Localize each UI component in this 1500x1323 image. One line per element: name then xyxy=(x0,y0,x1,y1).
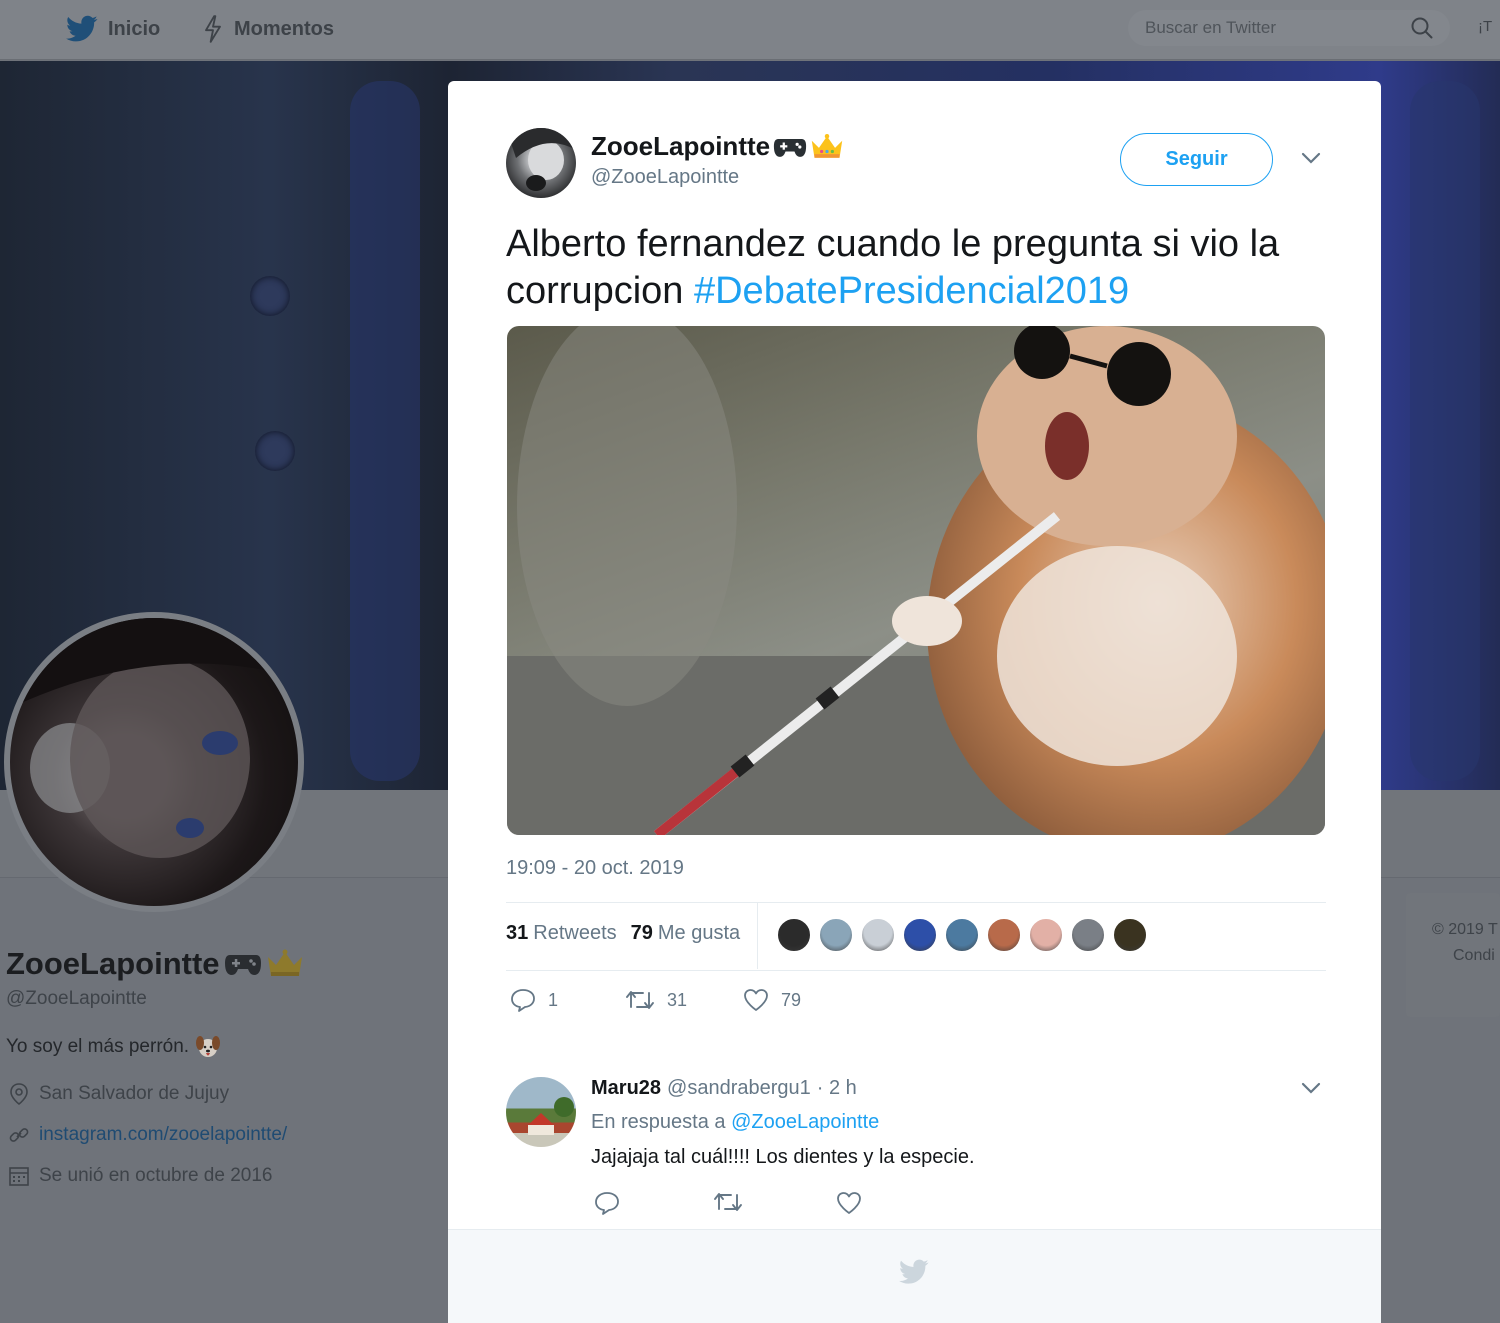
right-footer-card: © 2019 T Condi xyxy=(1406,893,1500,1017)
profile-website-text: instagram.com/zooelapointte/ xyxy=(39,1124,288,1145)
reply-actions xyxy=(594,1191,862,1215)
profile-joined: Se unió en octubre de 2016 xyxy=(8,1165,272,1187)
nav-moments-label: Momentos xyxy=(234,17,334,40)
likers-avatar-list xyxy=(776,917,1148,953)
tweet-hashtag-link[interactable]: #DebatePresidencial2019 xyxy=(694,270,1129,312)
profile-handle[interactable]: @ZooeLapointte xyxy=(6,988,147,1010)
reply-icon xyxy=(511,989,535,1012)
search-input[interactable] xyxy=(1128,18,1398,38)
nav-home-label: Inicio xyxy=(108,17,161,40)
twitter-bird-icon xyxy=(899,1259,929,1284)
in-reply-prefix: En respuesta a xyxy=(591,1111,726,1133)
link-icon xyxy=(9,1128,29,1142)
lightning-icon xyxy=(205,15,221,43)
profile-bio: Yo soy el más perrón. xyxy=(6,1034,221,1060)
tweet-text: Alberto fernandez cuando le pregunta si … xyxy=(506,221,1336,315)
like-count: 79 xyxy=(781,989,802,1010)
retweet-count: 31 xyxy=(667,989,688,1010)
profile-website[interactable]: instagram.com/zooelapointte/ xyxy=(8,1124,287,1146)
profile-name[interactable]: ZooeLapointte xyxy=(6,946,304,982)
reply-count: 1 xyxy=(548,989,559,1010)
stats-bottom-divider xyxy=(506,970,1326,971)
liker-avatar[interactable] xyxy=(1070,917,1106,953)
tweet-actions: 1 31 79 xyxy=(510,988,801,1012)
stats-top-divider xyxy=(506,902,1326,903)
reply-header: Maru28 @sandrabergu1 · 2 h xyxy=(591,1077,857,1100)
like-action[interactable]: 79 xyxy=(743,988,801,1012)
liker-avatar[interactable] xyxy=(860,917,896,953)
reply-action[interactable]: 1 xyxy=(510,988,625,1012)
retweets-label: Retweets xyxy=(533,922,617,944)
in-reply-handle-link[interactable]: @ZooeLapointte xyxy=(731,1111,879,1133)
tweet-modal: ZooeLapointte @ZooeLapointte Seguir Albe… xyxy=(448,81,1381,1323)
likes-count: 79 xyxy=(630,922,653,944)
reply-author-name[interactable]: Maru28 xyxy=(591,1077,661,1100)
modal-footer xyxy=(448,1229,1381,1323)
profile-location-text: San Salvador de Jujuy xyxy=(39,1083,230,1104)
location-pin-icon xyxy=(10,1083,28,1105)
chevron-down-icon[interactable] xyxy=(1300,151,1322,165)
retweet-icon xyxy=(626,991,654,1009)
liker-avatar[interactable] xyxy=(1028,917,1064,953)
follow-button[interactable]: Seguir xyxy=(1120,133,1273,186)
likes-stat[interactable]: 79 Me gusta xyxy=(631,922,741,945)
search-box xyxy=(1128,10,1450,46)
liker-avatar[interactable] xyxy=(1112,917,1148,953)
liker-avatar[interactable] xyxy=(776,917,812,953)
reply-time[interactable]: · 2 h xyxy=(817,1077,857,1100)
reply-text: Jajajaja tal cuál!!!! Los dientes y la e… xyxy=(591,1146,975,1168)
nav-truncated-item[interactable]: ¡T xyxy=(1478,18,1492,35)
copyright-text: © 2019 T xyxy=(1432,921,1498,938)
liker-avatar[interactable] xyxy=(902,917,938,953)
conditions-link[interactable]: Condi xyxy=(1453,947,1495,965)
retweets-stat[interactable]: 31 Retweets xyxy=(506,922,617,945)
profile-location: San Salvador de Jujuy xyxy=(8,1083,229,1105)
gamepad-emoji-icon xyxy=(773,138,807,157)
gamepad-emoji-icon xyxy=(224,955,261,975)
tweet-author-handle[interactable]: @ZooeLapointte xyxy=(591,166,739,189)
tweet-author-avatar[interactable] xyxy=(506,128,576,198)
nav-moments[interactable]: Momentos xyxy=(202,14,334,44)
retweets-count: 31 xyxy=(506,922,529,944)
profile-name-text: ZooeLapointte xyxy=(6,946,220,981)
tweet-stats: 31 Retweets 79 Me gusta xyxy=(506,922,740,945)
retweet-icon[interactable] xyxy=(713,1191,743,1213)
crown-emoji-icon xyxy=(267,949,302,976)
liker-avatar[interactable] xyxy=(944,917,980,953)
reply-tweet[interactable]: Maru28 @sandrabergu1 · 2 h En respuesta … xyxy=(506,1077,1326,1227)
tweet-media-image[interactable] xyxy=(507,326,1325,835)
profile-joined-text: Se unió en octubre de 2016 xyxy=(39,1165,273,1186)
profile-bio-text: Yo soy el más perrón. xyxy=(6,1036,190,1057)
calendar-icon xyxy=(9,1167,29,1186)
reply-author-avatar[interactable] xyxy=(506,1077,576,1147)
stats-separator xyxy=(757,903,758,969)
tweet-author-name-text: ZooeLapointte xyxy=(591,131,771,161)
twitter-bird-icon xyxy=(66,15,98,42)
retweet-action[interactable]: 31 xyxy=(625,989,743,1011)
likes-label: Me gusta xyxy=(657,922,741,944)
dog-emoji-icon xyxy=(196,1036,221,1057)
search-icon[interactable] xyxy=(1410,16,1434,40)
liker-avatar[interactable] xyxy=(818,917,854,953)
heart-icon xyxy=(744,989,768,1011)
in-reply-to: En respuesta a @ZooeLapointte xyxy=(591,1111,879,1134)
crown-emoji-icon xyxy=(811,133,843,158)
profile-avatar[interactable] xyxy=(4,612,304,912)
top-navigation-bar: Inicio Momentos ¡T xyxy=(0,0,1500,60)
liker-avatar[interactable] xyxy=(986,917,1022,953)
reply-author-handle[interactable]: @sandrabergu1 xyxy=(667,1077,811,1100)
tweet-timestamp[interactable]: 19:09 - 20 oct. 2019 xyxy=(506,857,684,880)
chevron-down-icon[interactable] xyxy=(1300,1081,1322,1095)
reply-icon[interactable] xyxy=(594,1191,620,1215)
tweet-author-name[interactable]: ZooeLapointte xyxy=(591,131,844,162)
heart-icon[interactable] xyxy=(836,1191,862,1215)
nav-home[interactable]: Inicio xyxy=(66,14,160,44)
